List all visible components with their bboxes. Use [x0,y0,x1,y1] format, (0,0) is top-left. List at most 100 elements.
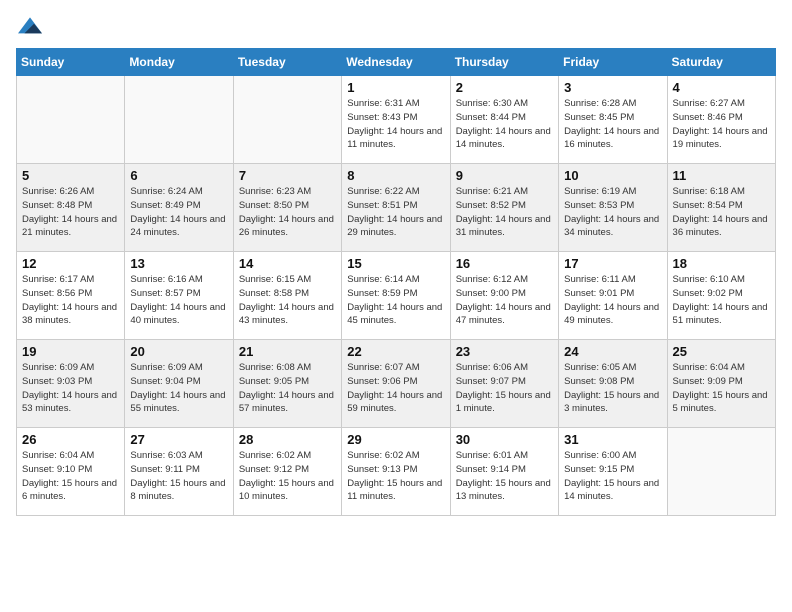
day-info: Sunrise: 6:26 AM Sunset: 8:48 PM Dayligh… [22,185,119,240]
day-info: Sunrise: 6:03 AM Sunset: 9:11 PM Dayligh… [130,449,227,504]
day-number: 6 [130,168,227,183]
calendar-cell: 29 Sunrise: 6:02 AM Sunset: 9:13 PM Dayli… [342,428,450,516]
day-number: 3 [564,80,661,95]
day-number: 14 [239,256,336,271]
day-info: Sunrise: 6:21 AM Sunset: 8:52 PM Dayligh… [456,185,553,240]
weekday-header-monday: Monday [125,49,233,76]
weekday-header-friday: Friday [559,49,667,76]
day-info: Sunrise: 6:04 AM Sunset: 9:09 PM Dayligh… [673,361,770,416]
calendar-cell: 30 Sunrise: 6:01 AM Sunset: 9:14 PM Dayli… [450,428,558,516]
calendar-cell: 26 Sunrise: 6:04 AM Sunset: 9:10 PM Dayli… [17,428,125,516]
calendar-cell [17,76,125,164]
day-info: Sunrise: 6:17 AM Sunset: 8:56 PM Dayligh… [22,273,119,328]
day-number: 11 [673,168,770,183]
day-number: 9 [456,168,553,183]
day-number: 23 [456,344,553,359]
day-number: 13 [130,256,227,271]
day-info: Sunrise: 6:28 AM Sunset: 8:45 PM Dayligh… [564,97,661,152]
calendar-cell: 14 Sunrise: 6:15 AM Sunset: 8:58 PM Dayli… [233,252,341,340]
weekday-header-sunday: Sunday [17,49,125,76]
calendar-cell: 7 Sunrise: 6:23 AM Sunset: 8:50 PM Daylig… [233,164,341,252]
day-number: 15 [347,256,444,271]
weekday-header-thursday: Thursday [450,49,558,76]
calendar-cell: 4Sunrise: 6:27 AM Sunset: 8:46 PM Daylig… [667,76,775,164]
day-info: Sunrise: 6:09 AM Sunset: 9:04 PM Dayligh… [130,361,227,416]
calendar-cell: 21 Sunrise: 6:08 AM Sunset: 9:05 PM Dayli… [233,340,341,428]
calendar-cell: 6 Sunrise: 6:24 AM Sunset: 8:49 PM Daylig… [125,164,233,252]
day-info: Sunrise: 6:05 AM Sunset: 9:08 PM Dayligh… [564,361,661,416]
calendar-cell: 3 Sunrise: 6:28 AM Sunset: 8:45 PM Daylig… [559,76,667,164]
day-info: Sunrise: 6:15 AM Sunset: 8:58 PM Dayligh… [239,273,336,328]
day-info: Sunrise: 6:00 AM Sunset: 9:15 PM Dayligh… [564,449,661,504]
day-info: Sunrise: 6:09 AM Sunset: 9:03 PM Dayligh… [22,361,119,416]
day-number: 24 [564,344,661,359]
day-info: Sunrise: 6:11 AM Sunset: 9:01 PM Dayligh… [564,273,661,328]
day-number: 7 [239,168,336,183]
day-number: 28 [239,432,336,447]
day-info: Sunrise: 6:01 AM Sunset: 9:14 PM Dayligh… [456,449,553,504]
day-number: 17 [564,256,661,271]
day-info: Sunrise: 6:08 AM Sunset: 9:05 PM Dayligh… [239,361,336,416]
day-number: 31 [564,432,661,447]
calendar-cell: 16Sunrise: 6:12 AM Sunset: 9:00 PM Dayli… [450,252,558,340]
day-number: 27 [130,432,227,447]
calendar-cell: 25 Sunrise: 6:04 AM Sunset: 9:09 PM Dayli… [667,340,775,428]
day-info: Sunrise: 6:16 AM Sunset: 8:57 PM Dayligh… [130,273,227,328]
day-number: 30 [456,432,553,447]
page-header [16,16,776,36]
calendar-cell: 17 Sunrise: 6:11 AM Sunset: 9:01 PM Dayli… [559,252,667,340]
calendar-cell: 1 Sunrise: 6:31 AM Sunset: 8:43 PM Daylig… [342,76,450,164]
day-info: Sunrise: 6:18 AM Sunset: 8:54 PM Dayligh… [673,185,770,240]
day-info: Sunrise: 6:22 AM Sunset: 8:51 PM Dayligh… [347,185,444,240]
day-number: 8 [347,168,444,183]
day-number: 20 [130,344,227,359]
day-info: Sunrise: 6:02 AM Sunset: 9:12 PM Dayligh… [239,449,336,504]
day-number: 25 [673,344,770,359]
calendar-cell: 13 Sunrise: 6:16 AM Sunset: 8:57 PM Dayli… [125,252,233,340]
calendar-cell: 8 Sunrise: 6:22 AM Sunset: 8:51 PM Daylig… [342,164,450,252]
calendar-cell: 11 Sunrise: 6:18 AM Sunset: 8:54 PM Dayli… [667,164,775,252]
calendar-cell: 12 Sunrise: 6:17 AM Sunset: 8:56 PM Dayli… [17,252,125,340]
calendar-cell: 18 Sunrise: 6:10 AM Sunset: 9:02 PM Dayli… [667,252,775,340]
day-info: Sunrise: 6:23 AM Sunset: 8:50 PM Dayligh… [239,185,336,240]
day-number: 18 [673,256,770,271]
calendar-cell: 31 Sunrise: 6:00 AM Sunset: 9:15 PM Dayli… [559,428,667,516]
day-info: Sunrise: 6:30 AM Sunset: 8:44 PM Dayligh… [456,97,553,152]
day-number: 22 [347,344,444,359]
day-number: 29 [347,432,444,447]
calendar-cell: 20 Sunrise: 6:09 AM Sunset: 9:04 PM Dayli… [125,340,233,428]
day-info: Sunrise: 6:07 AM Sunset: 9:06 PM Dayligh… [347,361,444,416]
calendar-cell: 2 Sunrise: 6:30 AM Sunset: 8:44 PM Daylig… [450,76,558,164]
logo [16,16,42,36]
day-info: Sunrise: 6:12 AM Sunset: 9:00 PM Dayligh… [456,273,553,328]
weekday-header-saturday: Saturday [667,49,775,76]
day-number: 26 [22,432,119,447]
calendar-cell: 27 Sunrise: 6:03 AM Sunset: 9:11 PM Dayli… [125,428,233,516]
day-number: 10 [564,168,661,183]
day-info: Sunrise: 6:14 AM Sunset: 8:59 PM Dayligh… [347,273,444,328]
weekday-header-wednesday: Wednesday [342,49,450,76]
day-info: Sunrise: 6:31 AM Sunset: 8:43 PM Dayligh… [347,97,444,152]
calendar-cell: 24 Sunrise: 6:05 AM Sunset: 9:08 PM Dayli… [559,340,667,428]
day-number: 1 [347,80,444,95]
day-info: Sunrise: 6:24 AM Sunset: 8:49 PM Dayligh… [130,185,227,240]
calendar-cell [233,76,341,164]
calendar-cell: 23 Sunrise: 6:06 AM Sunset: 9:07 PM Dayli… [450,340,558,428]
day-number: 19 [22,344,119,359]
day-number: 12 [22,256,119,271]
calendar-cell: 22 Sunrise: 6:07 AM Sunset: 9:06 PM Dayli… [342,340,450,428]
day-number: 21 [239,344,336,359]
calendar-cell: 5Sunrise: 6:26 AM Sunset: 8:48 PM Daylig… [17,164,125,252]
calendar-cell: 9 Sunrise: 6:21 AM Sunset: 8:52 PM Daylig… [450,164,558,252]
calendar-cell: 19 Sunrise: 6:09 AM Sunset: 9:03 PM Dayli… [17,340,125,428]
calendar-cell [667,428,775,516]
calendar-cell: 28 Sunrise: 6:02 AM Sunset: 9:12 PM Dayli… [233,428,341,516]
calendar-cell [125,76,233,164]
calendar-cell: 15 Sunrise: 6:14 AM Sunset: 8:59 PM Dayli… [342,252,450,340]
day-number: 2 [456,80,553,95]
day-info: Sunrise: 6:06 AM Sunset: 9:07 PM Dayligh… [456,361,553,416]
day-info: Sunrise: 6:02 AM Sunset: 9:13 PM Dayligh… [347,449,444,504]
day-info: Sunrise: 6:04 AM Sunset: 9:10 PM Dayligh… [22,449,119,504]
day-info: Sunrise: 6:10 AM Sunset: 9:02 PM Dayligh… [673,273,770,328]
calendar-table: SundayMondayTuesdayWednesdayThursdayFrid… [16,48,776,516]
